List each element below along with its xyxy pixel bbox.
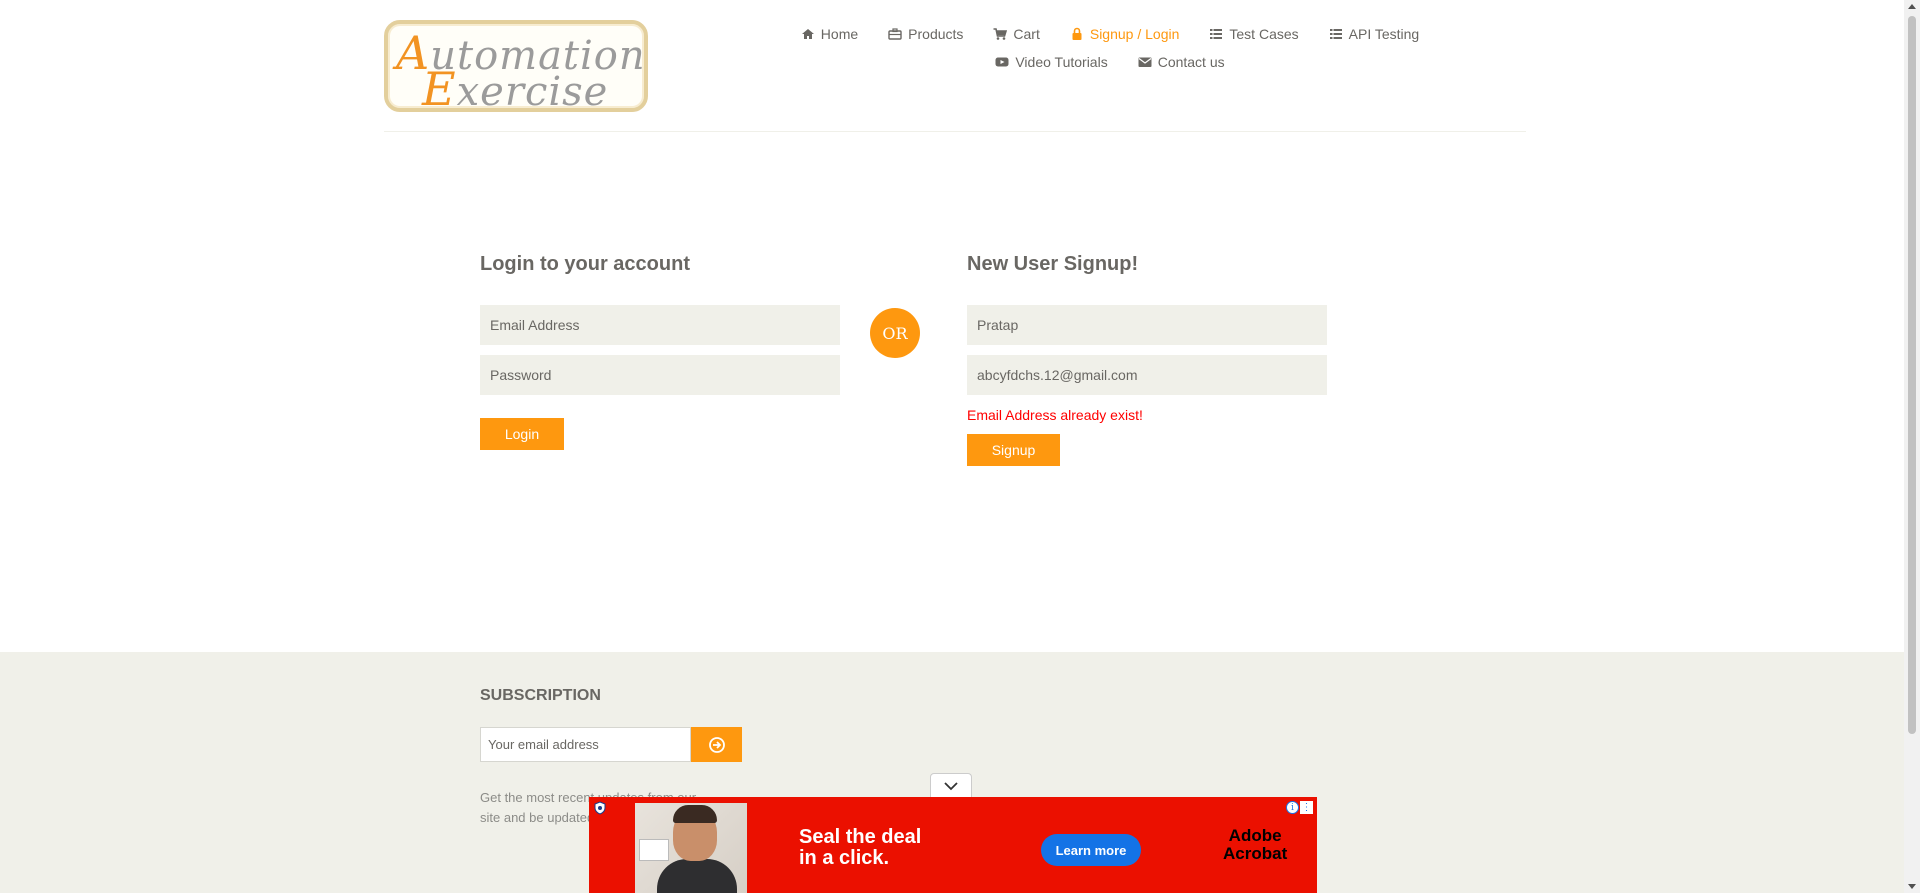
ad-headline: Seal the deal in a click. xyxy=(799,826,922,869)
header-divider xyxy=(384,131,1526,132)
list-icon xyxy=(1210,29,1223,39)
home-icon xyxy=(801,29,814,39)
nav-contact-us-label: Contact us xyxy=(1157,54,1225,70)
or-divider: OR xyxy=(870,308,920,358)
scroll-thumb[interactable] xyxy=(1908,16,1916,734)
subscription-title: SUBSCRIPTION xyxy=(480,687,601,704)
nav-products[interactable]: Products xyxy=(888,26,963,42)
ad-document-icon xyxy=(639,839,669,861)
site-logo[interactable]: Automation Exercise xyxy=(384,20,648,116)
nav-home-label: Home xyxy=(820,26,859,42)
subscribe-button[interactable] xyxy=(691,727,742,762)
nav-video-tutorials[interactable]: Video Tutorials xyxy=(995,54,1108,70)
logo-line-2: Exercise xyxy=(422,62,609,116)
nav-signup-login-label: Signup / Login xyxy=(1089,26,1180,42)
nav-api-testing[interactable]: API Testing xyxy=(1329,26,1420,42)
signup-title: New User Signup! xyxy=(967,253,1139,275)
cart-icon xyxy=(993,28,1008,40)
signup-name-input[interactable] xyxy=(967,305,1327,345)
ad-banner[interactable]: Seal the deal in a click. Learn more Ado… xyxy=(589,797,1317,893)
login-button[interactable]: Login xyxy=(480,418,564,450)
ad-collapse-toggle[interactable] xyxy=(930,773,972,797)
chevron-down-icon xyxy=(944,781,958,790)
arrow-circle-right-icon xyxy=(708,736,725,753)
nav-products-label: Products xyxy=(908,26,964,42)
ad-info-icon[interactable]: i xyxy=(1286,801,1299,814)
main-nav: Home Products Cart Signup / Login Test C… xyxy=(760,26,1460,82)
ad-image xyxy=(635,803,747,893)
signup-email-input[interactable] xyxy=(967,355,1327,395)
youtube-icon xyxy=(995,57,1009,67)
list-icon xyxy=(1329,29,1342,39)
nav-test-cases-label: Test Cases xyxy=(1229,26,1299,42)
nav-cart[interactable]: Cart xyxy=(993,26,1040,42)
nav-contact-us[interactable]: Contact us xyxy=(1138,54,1225,70)
scroll-up-arrow-icon[interactable] xyxy=(1908,4,1916,9)
nav-cart-label: Cart xyxy=(1013,26,1040,42)
nav-api-testing-label: API Testing xyxy=(1348,26,1420,42)
scroll-down-arrow-icon[interactable] xyxy=(1908,884,1916,889)
login-email-input[interactable] xyxy=(480,305,840,345)
ad-more-options-icon[interactable]: ⋮ xyxy=(1300,801,1313,814)
subscription-email-input[interactable] xyxy=(480,727,691,762)
ad-shield-icon xyxy=(594,801,606,815)
site-header: Automation Exercise Home Products Cart S… xyxy=(0,0,1904,132)
lock-icon xyxy=(1072,27,1082,40)
envelope-icon xyxy=(1138,57,1152,67)
nav-video-tutorials-label: Video Tutorials xyxy=(1015,54,1108,70)
signup-error-message: Email Address already exist! xyxy=(967,407,1143,423)
login-title: Login to your account xyxy=(480,253,690,275)
signup-button[interactable]: Signup xyxy=(967,434,1060,466)
nav-signup-login[interactable]: Signup / Login xyxy=(1070,26,1180,42)
nav-home[interactable]: Home xyxy=(801,26,858,42)
ad-brand: Adobe Acrobat xyxy=(1223,826,1288,863)
briefcase-icon xyxy=(888,28,902,40)
ad-learn-more-button[interactable]: Learn more xyxy=(1041,834,1141,866)
page-scrollbar[interactable] xyxy=(1904,0,1920,893)
nav-test-cases[interactable]: Test Cases xyxy=(1209,26,1299,42)
login-password-input[interactable] xyxy=(480,355,840,395)
